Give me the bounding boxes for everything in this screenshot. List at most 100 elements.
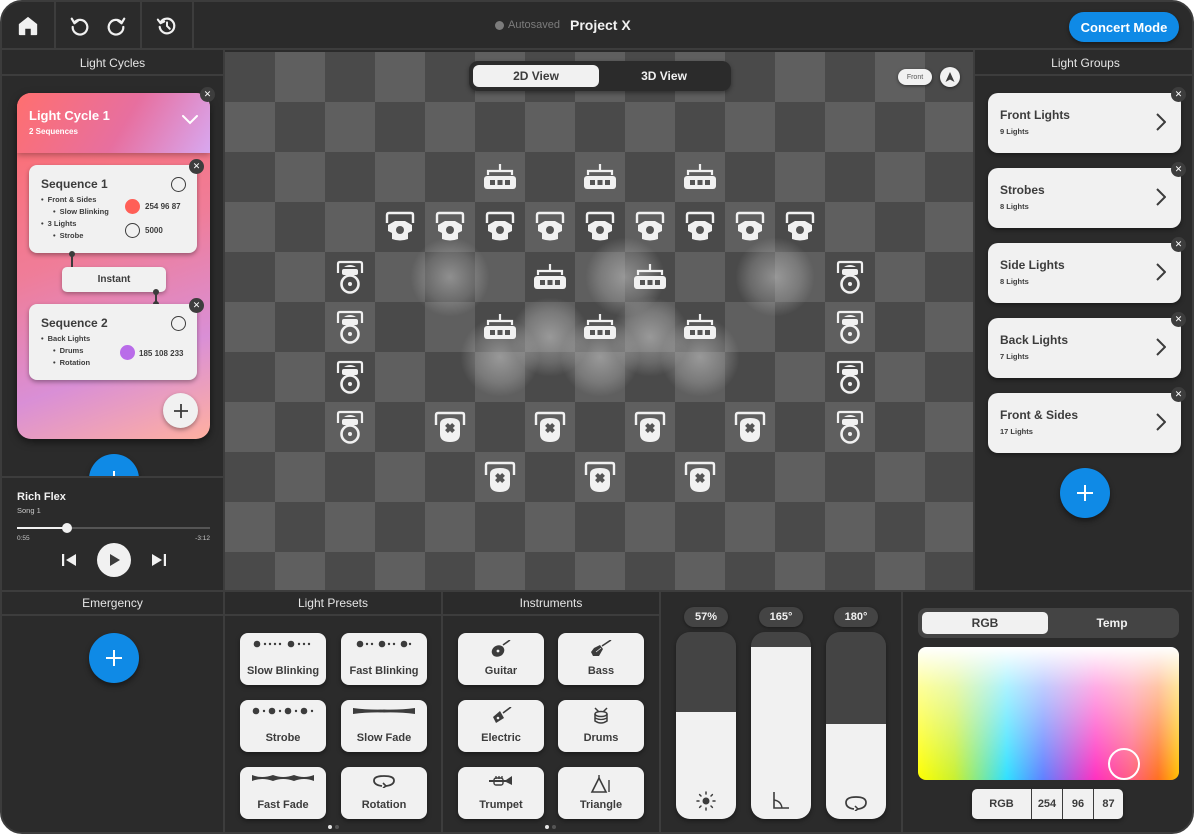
strobe-bar-fixture[interactable] (480, 307, 520, 347)
sequence-select-radio[interactable] (171, 177, 186, 192)
brightness-slider[interactable] (676, 632, 736, 819)
close-sequence-button[interactable]: ✕ (189, 298, 204, 313)
remove-group-button[interactable]: ✕ (1171, 87, 1186, 102)
front-spot-fixture[interactable] (680, 207, 720, 247)
back-light-fixture[interactable] (730, 407, 770, 447)
light-group-item[interactable]: Back Lights 7 Lights (988, 318, 1181, 378)
preset-strobe[interactable]: Strobe (240, 700, 326, 752)
stage-canvas[interactable]: 2D View 3D View Front (225, 52, 973, 590)
light-cycle-header[interactable]: Light Cycle 1 2 Sequences (17, 93, 210, 153)
instrument-bass[interactable]: Bass (558, 633, 644, 685)
add-sequence-button[interactable] (163, 393, 198, 428)
progress-handle[interactable] (62, 523, 73, 533)
instrument-electric[interactable]: Electric (458, 700, 544, 752)
green-value-field[interactable]: 96 (1062, 789, 1093, 819)
moving-head-icon (584, 461, 616, 492)
progress-track[interactable] (17, 523, 210, 533)
preset-slow-blinking[interactable]: Slow Blinking (240, 633, 326, 685)
side-light-fixture[interactable] (330, 307, 370, 347)
remove-group-button[interactable]: ✕ (1171, 387, 1186, 402)
blue-value-field[interactable]: 87 (1093, 789, 1123, 819)
tab-3d-view[interactable]: 3D View (601, 65, 727, 87)
strobe-bar-fixture[interactable] (530, 257, 570, 297)
sequence-card-1[interactable]: Sequence 1 Front & Sides Slow Blinking 3… (29, 165, 197, 253)
close-sequence-button[interactable]: ✕ (189, 159, 204, 174)
front-spot-fixture[interactable] (730, 207, 770, 247)
preset-fast-fade[interactable]: Fast Fade (240, 767, 326, 819)
add-light-group-button[interactable] (1060, 468, 1110, 518)
instrument-page-indicator[interactable] (545, 825, 556, 829)
strobe-bar-fixture[interactable] (680, 307, 720, 347)
rotation-slider[interactable] (826, 632, 886, 819)
redo-button[interactable] (105, 15, 127, 37)
strobe-bar-fixture[interactable] (480, 157, 520, 197)
sequence-select-radio[interactable] (171, 316, 186, 331)
color-picker-handle[interactable] (1108, 748, 1140, 780)
back-light-fixture[interactable] (630, 407, 670, 447)
front-spot-fixture[interactable] (630, 207, 670, 247)
light-group-item[interactable]: Front & Sides 17 Lights (988, 393, 1181, 453)
front-spot-fixture[interactable] (480, 207, 520, 247)
remove-group-button[interactable]: ✕ (1171, 312, 1186, 327)
tab-rgb[interactable]: RGB (922, 612, 1048, 634)
side-light-fixture[interactable] (330, 257, 370, 297)
chevron-down-icon[interactable] (182, 115, 198, 125)
front-spot-fixture[interactable] (780, 207, 820, 247)
light-group-item[interactable]: Strobes 8 Lights (988, 168, 1181, 228)
side-light-fixture[interactable] (830, 257, 870, 297)
color-picker-area[interactable] (918, 647, 1179, 780)
tab-2d-view[interactable]: 2D View (473, 65, 599, 87)
instrument-guitar[interactable]: Guitar (458, 633, 544, 685)
strobe-bar-fixture[interactable] (630, 257, 670, 297)
sequence-card-2[interactable]: Sequence 2 Back Lights Drums Rotation 18… (29, 304, 197, 380)
side-light-fixture[interactable] (830, 307, 870, 347)
color-mode-label[interactable]: RGB (972, 789, 1031, 819)
back-light-fixture[interactable] (430, 407, 470, 447)
angle-slider[interactable] (751, 632, 811, 819)
concert-mode-button[interactable]: Concert Mode (1069, 12, 1179, 42)
side-light-fixture[interactable] (330, 357, 370, 397)
back-light-fixture[interactable] (530, 407, 570, 447)
strobe-bar-fixture[interactable] (580, 307, 620, 347)
back-light-fixture[interactable] (680, 457, 720, 497)
strobe-bar-fixture[interactable] (580, 157, 620, 197)
preset-slow-fade[interactable]: Slow Fade (341, 700, 427, 752)
undo-button[interactable] (69, 15, 91, 37)
remove-group-button[interactable]: ✕ (1171, 162, 1186, 177)
front-spot-fixture[interactable] (580, 207, 620, 247)
light-cycle-card[interactable]: Light Cycle 1 2 Sequences (17, 93, 210, 439)
front-spot-fixture[interactable] (430, 207, 470, 247)
side-light-fixture[interactable] (830, 357, 870, 397)
red-value-field[interactable]: 254 (1031, 789, 1062, 819)
home-button[interactable] (2, 2, 56, 50)
instrument-trumpet[interactable]: Trumpet (458, 767, 544, 819)
add-emergency-button[interactable] (89, 633, 139, 683)
compass-button[interactable] (940, 67, 960, 87)
side-light-fixture[interactable] (830, 407, 870, 447)
previous-track-button[interactable] (61, 552, 77, 573)
light-group-item[interactable]: Side Lights 8 Lights (988, 243, 1181, 303)
remove-group-button[interactable]: ✕ (1171, 237, 1186, 252)
play-button[interactable] (97, 543, 131, 577)
transition-instant-button[interactable]: Instant (62, 267, 166, 292)
front-spot-fixture[interactable] (380, 207, 420, 247)
preset-fast-blinking[interactable]: Fast Blinking (341, 633, 427, 685)
close-cycle-button[interactable]: ✕ (200, 87, 215, 102)
preset-rotation[interactable]: Rotation (341, 767, 427, 819)
light-group-item[interactable]: Front Lights 9 Lights (988, 93, 1181, 153)
color-swatch[interactable] (125, 199, 140, 214)
instrument-triangle[interactable]: Triangle (558, 767, 644, 819)
side-light-fixture[interactable] (330, 407, 370, 447)
history-button[interactable] (142, 2, 194, 50)
preset-page-indicator[interactable] (328, 825, 339, 829)
back-light-fixture[interactable] (480, 457, 520, 497)
orientation-label[interactable]: Front (898, 69, 932, 85)
color-swatch[interactable] (120, 345, 135, 360)
front-spot-fixture[interactable] (530, 207, 570, 247)
back-light-fixture[interactable] (580, 457, 620, 497)
temperature-swatch[interactable] (125, 223, 140, 238)
strobe-bar-fixture[interactable] (680, 157, 720, 197)
tab-temp[interactable]: Temp (1049, 612, 1175, 634)
next-track-button[interactable] (151, 552, 167, 573)
instrument-drums[interactable]: Drums (558, 700, 644, 752)
